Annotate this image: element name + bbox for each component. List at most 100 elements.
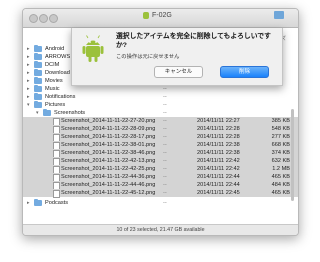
table-row[interactable]: Screenshot_2014-11-11-22-42-25.png -- 20… xyxy=(23,165,298,174)
folder-icon xyxy=(34,77,42,84)
disclosure-right-icon[interactable]: ▸ xyxy=(27,54,30,60)
file-name: Screenshot_2014-11-11-22-42-13.png xyxy=(61,157,156,164)
disclosure-right-icon[interactable]: ▸ xyxy=(27,94,30,100)
table-row[interactable]: Screenshot_2014-11-11-22-45-12.png -- 20… xyxy=(23,189,298,198)
folder-icon xyxy=(34,53,42,60)
table-row[interactable]: Screenshot_2014-11-11-22-38-01.png -- 20… xyxy=(23,141,298,150)
disclosure-right-icon[interactable]: ▸ xyxy=(27,200,30,206)
table-row[interactable]: Screenshot_2014-11-11-22-44-36.png -- 20… xyxy=(23,173,298,182)
new-folder-icon xyxy=(274,11,284,19)
file-size: 484 KB xyxy=(271,181,290,188)
scrollbar-thumb[interactable] xyxy=(291,109,294,201)
android-device-icon xyxy=(143,12,149,19)
file-date: 2014/11/11 22:38 xyxy=(197,141,240,148)
disclosure-right-icon[interactable]: ▸ xyxy=(27,46,30,52)
folder-name: Android xyxy=(45,45,65,52)
delete-button[interactable]: 削除 xyxy=(220,66,269,78)
window-title: F-02G xyxy=(152,12,172,19)
list-item[interactable]: ▾ Pictures -- xyxy=(23,101,298,109)
file-name: Screenshot_2014-11-11-22-38-46.png xyxy=(61,149,156,156)
file-kind: -- xyxy=(163,133,167,140)
disclosure-right-icon[interactable]: ▸ xyxy=(27,86,30,92)
minimize-button[interactable] xyxy=(39,14,48,23)
zoom-button[interactable] xyxy=(49,14,58,23)
disclosure-down-icon[interactable]: ▾ xyxy=(27,102,30,108)
file-size: 668 KB xyxy=(271,141,290,148)
file-size: 465 KB xyxy=(271,173,290,180)
delete-confirmation-dialog: 選択したアイテムを完全に削除してもよろしいですか? この操作は元に戻せません キ… xyxy=(71,28,283,86)
list-item[interactable]: ▾ Screenshots -- xyxy=(23,109,298,117)
table-row[interactable]: Screenshot_2014-11-11-22-38-46.png -- 20… xyxy=(23,149,298,158)
folder-icon xyxy=(34,61,42,68)
file-date: 2014/11/11 22:28 xyxy=(197,133,240,140)
disclosure-right-icon[interactable]: ▸ xyxy=(27,62,30,68)
file-kind: -- xyxy=(163,125,167,132)
folder-icon xyxy=(34,93,42,100)
folder-name: Pictures xyxy=(45,101,66,108)
file-size: 374 KB xyxy=(271,149,290,156)
file-name: Screenshot_2014-11-11-22-27-20.png xyxy=(61,117,156,124)
table-row[interactable]: Screenshot_2014-11-11-22-27-20.png -- 20… xyxy=(23,117,298,126)
file-kind: -- xyxy=(163,189,167,196)
list-item[interactable]: ▸ Podcasts -- xyxy=(23,199,298,207)
file-kind: -- xyxy=(163,117,167,124)
png-file-icon xyxy=(53,189,60,198)
folder-icon xyxy=(34,85,42,92)
list-item[interactable]: ▸ Notifications -- xyxy=(23,93,298,101)
android-robot-icon xyxy=(82,35,104,62)
folder-name: Download xyxy=(45,69,70,76)
close-button[interactable] xyxy=(29,14,38,23)
finder-window: F-02G サイズ ▸ Android -- ▸ ARROWS -- ▸ DCI… xyxy=(22,8,299,236)
folder-icon xyxy=(34,101,42,108)
folder-date: -- xyxy=(163,109,167,116)
list-item[interactable]: ▸ Music -- xyxy=(23,85,298,93)
folder-date: -- xyxy=(163,101,167,108)
file-size: 632 KB xyxy=(271,157,290,164)
file-name: Screenshot_2014-11-11-22-45-12.png xyxy=(61,189,156,196)
file-size: 1.2 MB xyxy=(272,165,290,172)
cancel-button[interactable]: キャンセル xyxy=(154,66,203,78)
disclosure-right-icon[interactable]: ▸ xyxy=(27,78,30,84)
file-kind: -- xyxy=(163,141,167,148)
folder-name: Music xyxy=(45,85,60,92)
status-bar: 10 of 23 selected, 21.47 GB available xyxy=(23,224,298,235)
file-date: 2014/11/11 22:42 xyxy=(197,157,240,164)
folder-icon xyxy=(43,109,51,116)
file-name: Screenshot_2014-11-11-22-28-09.png xyxy=(61,125,156,132)
file-date: 2014/11/11 22:28 xyxy=(197,125,240,132)
toolbar-folder-button[interactable] xyxy=(271,11,287,21)
file-name: Screenshot_2014-11-11-22-28-17.png xyxy=(61,133,156,140)
folder-icon xyxy=(34,69,42,76)
table-row[interactable]: Screenshot_2014-11-11-22-42-13.png -- 20… xyxy=(23,157,298,166)
file-size: 385 KB xyxy=(271,117,290,124)
file-date: 2014/11/11 22:38 xyxy=(197,149,240,156)
folder-name: Podcasts xyxy=(45,199,69,206)
file-date: 2014/11/11 22:42 xyxy=(197,165,240,172)
dialog-message: 選択したアイテムを完全に削除してもよろしいですか? xyxy=(116,33,271,49)
folder-name: ARROWS xyxy=(45,53,71,60)
folder-name: DCIM xyxy=(45,61,60,68)
file-kind: -- xyxy=(163,149,167,156)
folder-date: -- xyxy=(163,85,167,92)
disclosure-down-icon[interactable]: ▾ xyxy=(36,110,39,116)
table-row[interactable]: Screenshot_2014-11-11-22-28-09.png -- 20… xyxy=(23,125,298,134)
disclosure-right-icon[interactable]: ▸ xyxy=(27,70,30,76)
folder-date: -- xyxy=(163,93,167,100)
file-date: 2014/11/11 22:27 xyxy=(197,117,240,124)
folder-date: -- xyxy=(163,199,167,206)
file-name: Screenshot_2014-11-11-22-44-36.png xyxy=(61,173,156,180)
file-size: 465 KB xyxy=(271,189,290,196)
title-bar: F-02G xyxy=(23,9,298,28)
file-kind: -- xyxy=(163,173,167,180)
folder-name: Notifications xyxy=(45,93,76,100)
file-size: 277 KB xyxy=(271,133,290,140)
table-row[interactable]: Screenshot_2014-11-11-22-44-46.png -- 20… xyxy=(23,181,298,190)
file-date: 2014/11/11 22:44 xyxy=(197,181,240,188)
window-title-area: F-02G xyxy=(143,12,172,19)
folder-name: Movies xyxy=(45,77,63,84)
table-row[interactable]: Screenshot_2014-11-11-22-28-17.png -- 20… xyxy=(23,133,298,142)
folder-icon xyxy=(34,45,42,52)
folder-name: Screenshots xyxy=(54,109,86,116)
file-name: Screenshot_2014-11-11-22-44-46.png xyxy=(61,181,156,188)
file-kind: -- xyxy=(163,165,167,172)
